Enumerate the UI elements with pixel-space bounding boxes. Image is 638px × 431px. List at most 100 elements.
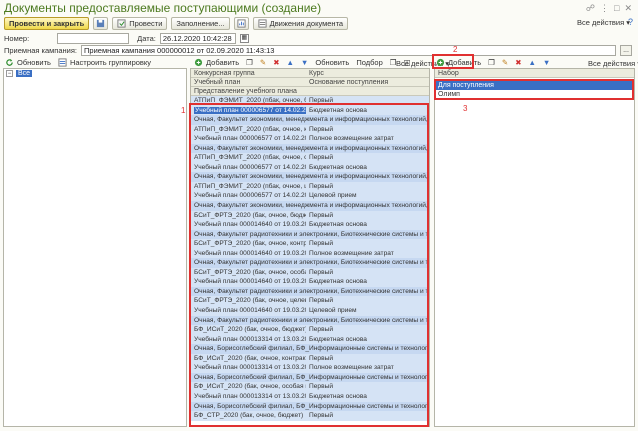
add-icon (194, 58, 203, 67)
tree-item-all-label: Все (16, 70, 33, 77)
maximize-icon[interactable]: □ (614, 3, 619, 14)
refresh-icon (6, 58, 13, 66)
add-icon (436, 58, 445, 67)
header-competition-group[interactable]: Конкурсная группа (191, 69, 306, 77)
table-row[interactable]: Очная, Факультет экономики, менеджмента … (191, 115, 429, 125)
cell-plan-representation: Очная, Факультет экономики, менеджмента … (194, 173, 429, 181)
cell-course-or-basis: Первый (309, 268, 333, 276)
cell-course-or-basis: Бюджетная основа (309, 335, 367, 343)
center-add-button[interactable]: Добавить (192, 57, 241, 68)
table-row[interactable]: АТПиП_ФЭМИТ_2020 (пбак, очное, особ...Пе… (191, 153, 429, 163)
cell-group-or-plan: Учебный план 000006577 от 14.02.2020 ... (191, 163, 306, 173)
table-row[interactable]: Учебный план 000006577 от 14.02.2020 ...… (191, 162, 429, 173)
table-row[interactable]: Очная, Факультет экономики, менеджмента … (191, 172, 429, 182)
close-icon[interactable]: ✕ (624, 3, 632, 14)
table-row[interactable]: Учебный план 000013314 от 13.03.2020 ...… (191, 391, 429, 402)
post-label: Провести (129, 18, 163, 28)
right-delete-icon[interactable]: ✖ (513, 57, 523, 68)
cell-group-or-plan: БСиТ_ФРТЭ_2020 (бак, очное, целевой) (191, 296, 306, 306)
cell-course-or-basis: Первый (309, 326, 333, 334)
table-row[interactable]: Очная, Факультет экономики, менеджмента … (191, 201, 429, 211)
table-row[interactable]: Учебный план 000014640 от 19.03.2020 ...… (191, 277, 429, 287)
campaign-input[interactable]: Приемная кампания 000000012 от 02.09.202… (81, 45, 616, 56)
move-down-icon[interactable]: ▼ (299, 57, 310, 68)
table-row[interactable]: БФ_СТР_2020 (бак, очное, бюджет) Первый (191, 411, 429, 421)
table-row[interactable]: АТПиП_ФЭМИТ_2020 (пбак, очное, целе...Пе… (191, 181, 429, 192)
cell-text: БФ_СТР_2020 (бак, очное, бюджет) (194, 412, 304, 420)
table-row[interactable]: Очная, Факультет радиотехники и электрон… (191, 315, 429, 326)
menu-icon[interactable]: ⋮ (600, 3, 609, 14)
table-row[interactable]: Очная, Борисоглебский филиал, БФ_Информа… (191, 401, 429, 412)
right-move-down-icon[interactable]: ▼ (541, 57, 552, 68)
table-row[interactable]: Очная, Факультет экономики, менеджмента … (191, 143, 429, 154)
right-all-actions-menu[interactable]: Все действия ▾ (588, 59, 638, 68)
right-copy-icon[interactable]: ❐ (486, 57, 497, 68)
table-row[interactable]: Учебный план 000013314 от 13.03.2020 ...… (191, 334, 429, 345)
grouping-button[interactable]: Настроить группировку (56, 57, 153, 68)
table-row[interactable]: Очная, Борисоглебский филиал, БФ_Информа… (191, 344, 429, 354)
fill-button[interactable]: Заполнение... (171, 16, 230, 30)
table-row[interactable]: БФ_ИСиТ_2020 (бак, очное, бюджет) Первый (191, 325, 429, 335)
header-study-plan[interactable]: Учебный план (191, 78, 306, 86)
table-row[interactable]: Учебный план 000014640 от 19.03.2020 ...… (191, 220, 429, 230)
header-admission-basis[interactable]: Основание поступления (306, 78, 429, 86)
table-row[interactable]: БСиТ_ФРТЭ_2020 (бак, очное, целевой) Перв… (191, 296, 429, 307)
post-and-close-button[interactable]: Провести и закрыть (4, 16, 90, 30)
table-row[interactable]: Учебный план 000013314 от 13.03.2020 ...… (191, 363, 429, 373)
collapse-icon[interactable]: − (6, 70, 13, 77)
cell-text: БСиТ_ФРТЭ_2020 (бак, очное, контракт) (194, 240, 306, 248)
cell-group-or-plan: Учебный план 000006577 от 14.02.2020 ... (191, 134, 306, 144)
cell-text: БФ_ИСиТ_2020 (бак, очное, бюджет) (194, 326, 306, 334)
table-row[interactable]: Учебный план 000006577 от 14.02.2020 ...… (191, 191, 429, 202)
table-row[interactable]: Очная, Борисоглебский филиал, БФ_Информа… (191, 372, 429, 383)
table-row[interactable]: Очная, Факультет радиотехники и электрон… (191, 258, 429, 268)
table-row[interactable]: Учебный план 000006577 от 14.02.2020 ...… (191, 105, 429, 116)
set-item-admission[interactable]: Для поступления (435, 81, 634, 90)
cell-plan-representation: Очная, Факультет радиотехники и электрон… (194, 230, 429, 238)
table-row[interactable]: АТПиП_ФЭМИТ_2020 (пбак, очное, конт...Пе… (191, 124, 429, 135)
table-row[interactable]: БСиТ_ФРТЭ_2020 (бак, очное, особая к...П… (191, 267, 429, 278)
right-add-button[interactable]: Добавить (434, 57, 483, 68)
header-set[interactable]: Набор (435, 69, 634, 78)
calendar-icon[interactable]: ▦ (239, 34, 249, 43)
header-plan-representation[interactable]: Представление учебного плана (191, 88, 297, 95)
copy-icon[interactable]: ❐ (244, 57, 255, 68)
date-input[interactable]: 26.12.2020 10:42:28 (159, 33, 236, 44)
cell-plan-representation: Очная, Борисоглебский филиал, БФ_Информа… (194, 345, 429, 353)
set-list-panel: Набор Для поступления Олимп (434, 68, 635, 427)
competition-groups-table: Конкурсная группа Курс Учебный план Осно… (190, 68, 430, 427)
cell-plan-representation: Очная, Факультет радиотехники и электрон… (194, 316, 429, 324)
campaign-select-button[interactable]: ... (620, 45, 632, 56)
report-button[interactable] (233, 16, 249, 30)
move-up-icon[interactable]: ▲ (284, 57, 295, 68)
right-move-up-icon[interactable]: ▲ (526, 57, 537, 68)
table-row[interactable]: БФ_ИСиТ_2020 (бак, очное, контракт) Первы… (191, 353, 429, 364)
edit-icon[interactable]: ✎ (258, 57, 268, 68)
set-item-olympiad[interactable]: Олимп (435, 90, 634, 99)
table-row[interactable]: БСиТ_ФРТЭ_2020 (бак, очное, контракт)Пер… (191, 239, 429, 249)
table-row[interactable]: АТПиП_ФЭМИТ_2020 (пбак, очное, бюдже...П… (191, 96, 429, 106)
right-edit-icon[interactable]: ✎ (500, 57, 510, 68)
tree-item-all[interactable]: − Все (6, 70, 33, 77)
left-refresh-button[interactable]: Обновить (3, 57, 53, 68)
cell-group-or-plan: БСиТ_ФРТЭ_2020 (бак, очное, бюджет) (191, 211, 306, 221)
pick-button[interactable]: Подбор (354, 57, 384, 68)
link-icon[interactable]: ☍ (586, 3, 595, 14)
table-row[interactable]: Учебный план 000014640 от 19.03.2020 ...… (191, 248, 429, 259)
header-course[interactable]: Курс (306, 69, 429, 77)
table-row[interactable]: Очная, Факультет радиотехники и электрон… (191, 286, 429, 297)
table-row[interactable]: Учебный план 000006577 от 14.02.2020 ...… (191, 134, 429, 144)
number-input[interactable] (57, 33, 130, 44)
all-actions-menu[interactable]: Все действия ▾ (577, 18, 630, 27)
movements-button[interactable]: Движения документа (252, 16, 349, 30)
post-button[interactable]: Провести (112, 16, 168, 30)
delete-icon[interactable]: ✖ (271, 57, 281, 68)
table-row[interactable]: Учебный план 000014640 от 19.03.2020 ...… (191, 306, 429, 316)
save-button[interactable] (93, 16, 109, 30)
center-refresh-button[interactable]: Обновить (313, 57, 351, 68)
table-row[interactable]: БФ_ИСиТ_2020 (бак, очное, особая ква...П… (191, 382, 429, 392)
table-row[interactable]: БСиТ_ФРТЭ_2020 (бак, очное, бюджет) Первы… (191, 210, 429, 221)
cell-course-or-basis: Полное возмещение затрат (309, 249, 394, 257)
table-row[interactable]: Очная, Факультет радиотехники и электрон… (191, 229, 429, 240)
help-icon[interactable]: ? (628, 17, 633, 27)
